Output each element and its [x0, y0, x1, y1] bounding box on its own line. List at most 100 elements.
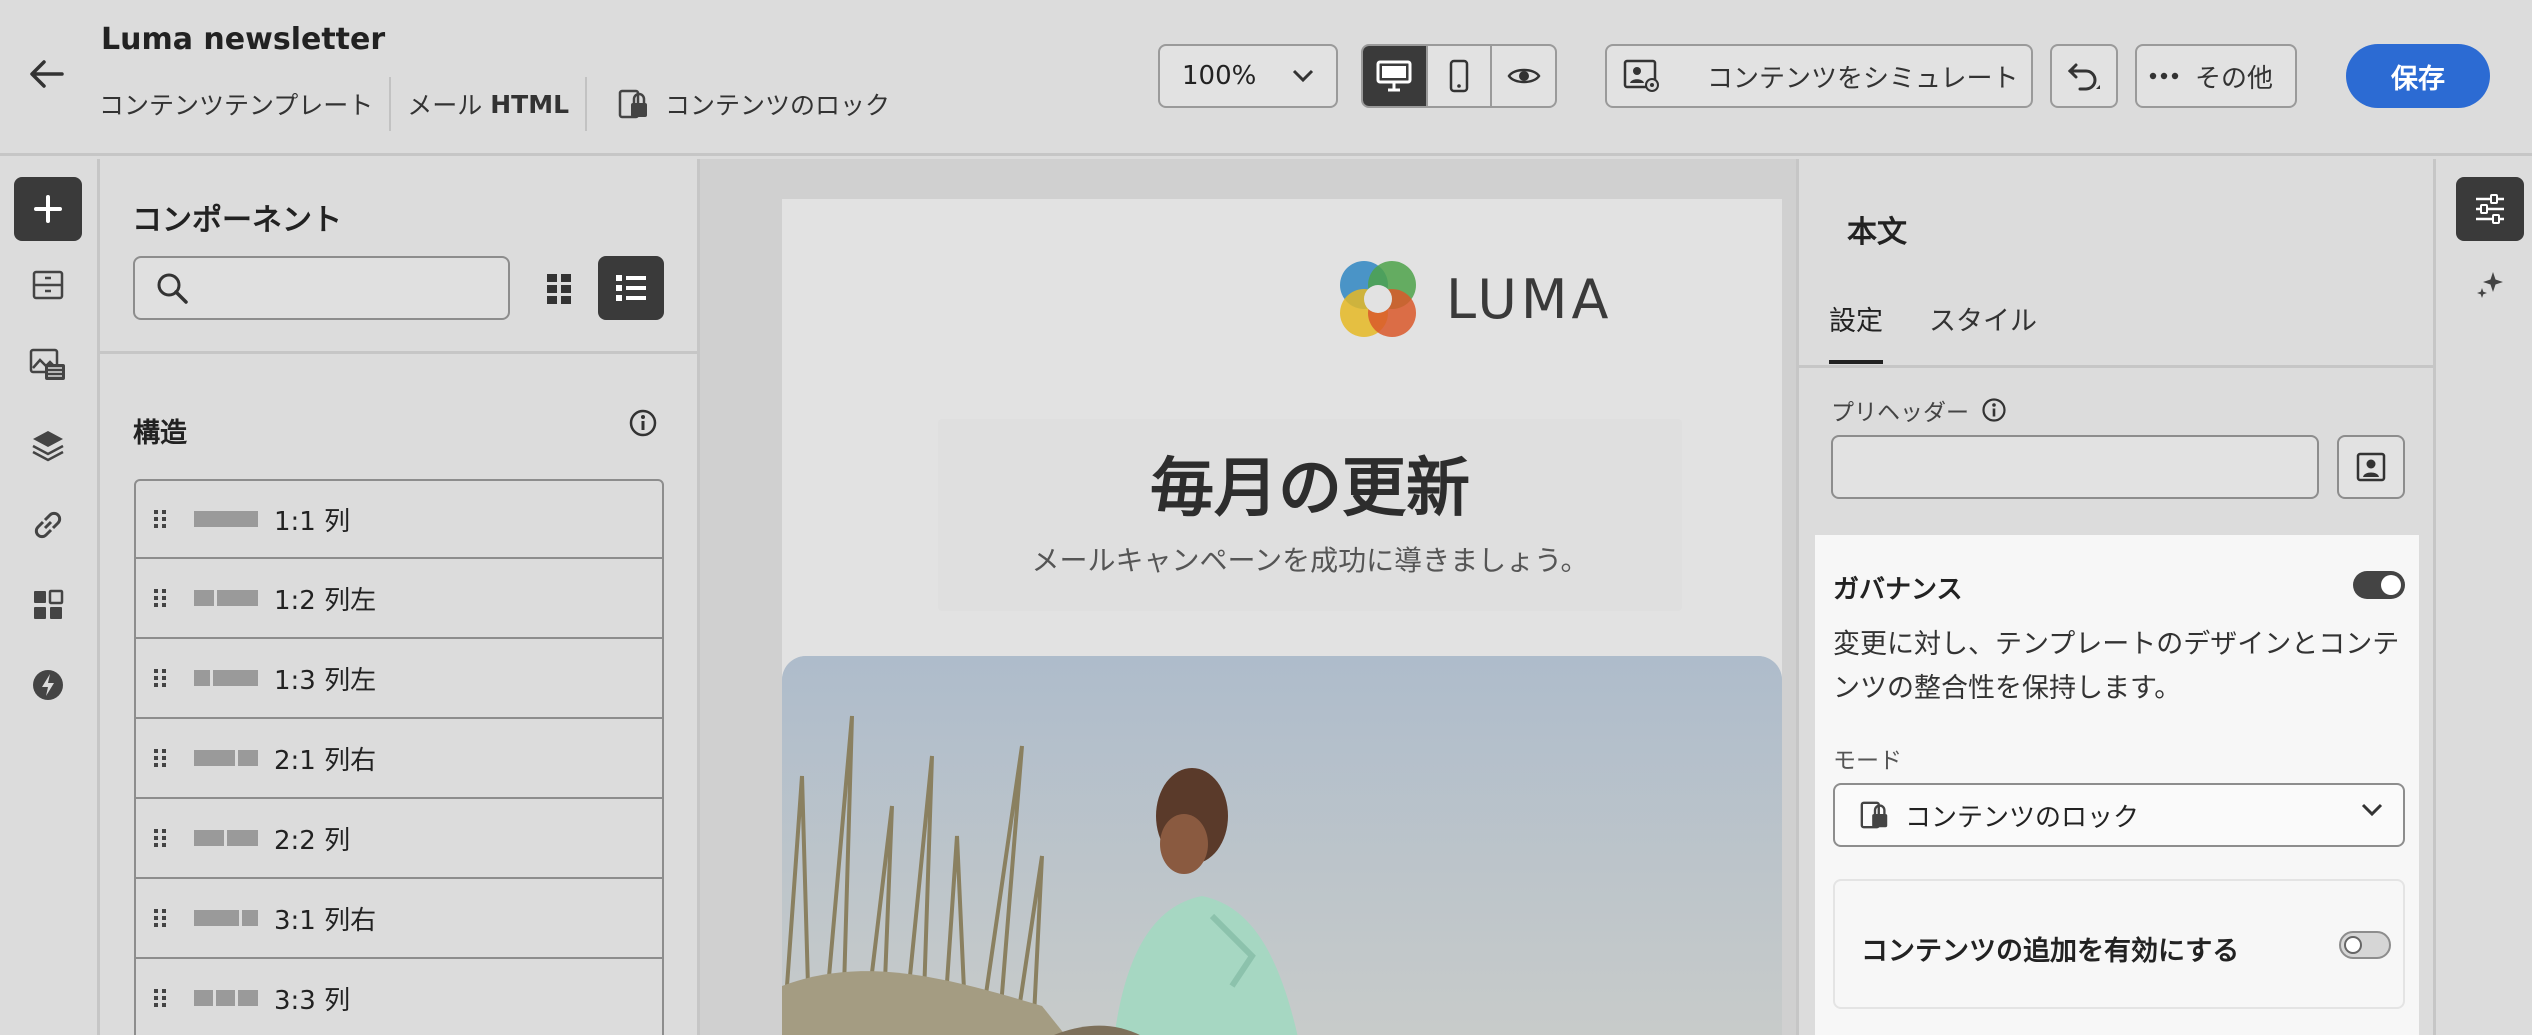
search-input[interactable] [201, 274, 501, 302]
layers-icon [32, 431, 64, 462]
email-body[interactable]: LUMA 毎月の更新 メールキャンペーンを成功に導きましょう。 [782, 199, 1782, 1035]
divider [100, 351, 697, 354]
tab-settings[interactable]: 設定 [1829, 299, 1883, 364]
components-panel: コンポーネント 構造 1:1 列 1:2 列左 1:3 列左 2:1 列右 2:… [100, 159, 700, 1035]
grid-view-button[interactable] [527, 256, 593, 320]
add-components-button[interactable] [14, 177, 82, 241]
lightning-icon [33, 670, 63, 700]
mode-label: モード [1833, 748, 1902, 774]
drag-handle-icon[interactable] [154, 589, 168, 607]
list-icon [616, 275, 646, 301]
layout-icon [32, 270, 64, 300]
back-button[interactable] [24, 52, 68, 96]
governance-toggle[interactable] [2353, 571, 2405, 599]
breadcrumb-format: HTML [490, 89, 570, 119]
hero-photo [782, 656, 1782, 1035]
sparkle-icon [2477, 272, 2503, 298]
simulate-content-button[interactable]: コンテンツをシミュレート [1605, 44, 2033, 108]
arrow-left-icon [30, 60, 64, 88]
info-icon[interactable] [628, 408, 658, 438]
top-header: Luma newsletter コンテンツテンプレート メール HTML コンテ… [0, 0, 2532, 156]
grid-icon [547, 274, 571, 304]
preheader-input[interactable] [1831, 435, 2319, 499]
divider [585, 77, 588, 131]
preview-button[interactable] [1492, 46, 1555, 106]
structure-label: 3:3 列 [274, 985, 351, 1016]
mobile-view-button[interactable] [1428, 46, 1493, 106]
mobile-icon [1449, 59, 1469, 93]
eye-icon [1507, 68, 1541, 84]
drag-handle-icon[interactable] [154, 749, 168, 767]
properties-panel: 本文 設定 スタイル プリヘッダー ガバナンス 変更に対し、テンプレートのデザイ… [1796, 159, 2436, 1035]
column-layout-icon [194, 830, 258, 846]
left-tool-rail [0, 159, 100, 1035]
column-layout-icon [194, 750, 258, 766]
component-search [133, 256, 510, 320]
undo-icon [2067, 63, 2100, 91]
image-icon [29, 348, 65, 380]
tab-style[interactable]: スタイル [1929, 299, 2037, 364]
structure-item-2-1-right[interactable]: 2:1 列右 [134, 719, 664, 799]
structure-label: 3:1 列右 [274, 905, 377, 936]
structure-label: 1:3 列左 [274, 665, 377, 696]
structure-label: 2:1 列右 [274, 745, 377, 776]
chevron-down-icon [2361, 803, 2383, 817]
governance-description: 変更に対し、テンプレートのデザインとコンテンツの整合性を保持します。 [1833, 629, 2400, 704]
simulate-icon [1623, 59, 1659, 92]
structure-item-3-1-right[interactable]: 3:1 列右 [134, 879, 664, 959]
save-button[interactable]: 保存 [2346, 44, 2490, 108]
zoom-select[interactable]: 100% [1158, 44, 1338, 108]
headline-block[interactable]: 毎月の更新 メールキャンペーンを成功に導きましょう。 [938, 419, 1682, 611]
breadcrumb-channel: メール [407, 91, 483, 120]
desktop-view-button[interactable] [1363, 46, 1428, 106]
luma-logo[interactable]: LUMA [1334, 255, 1612, 343]
structure-item-1-1[interactable]: 1:1 列 [134, 479, 664, 559]
drag-handle-icon[interactable] [154, 909, 168, 927]
more-button[interactable]: その他 [2135, 44, 2297, 108]
page-title: Luma newsletter [101, 22, 386, 57]
breadcrumb-template-type: コンテンツテンプレート [99, 91, 374, 120]
preheader-label-row: プリヘッダー [1831, 393, 2007, 427]
email-subheadline: メールキャンペーンを成功に導きましょう。 [1031, 544, 1589, 577]
info-icon[interactable] [1981, 397, 2007, 423]
structure-label: 2:2 列 [274, 825, 351, 856]
structure-item-1-2-left[interactable]: 1:2 列左 [134, 559, 664, 639]
personalization-icon [2356, 452, 2386, 482]
properties-rail-button[interactable] [2456, 177, 2524, 241]
structure-button[interactable] [14, 253, 82, 317]
content-lock-icon [1860, 801, 1888, 829]
chevron-down-icon [1292, 69, 1314, 83]
structure-list: 1:1 列 1:2 列左 1:3 列左 2:1 列右 2:2 列 3:1 列右 [134, 479, 664, 1035]
breadcrumb: コンテンツテンプレート メール HTML コンテンツのロック [99, 77, 891, 131]
structure-item-2-2[interactable]: 2:2 列 [134, 799, 664, 879]
drag-handle-icon[interactable] [154, 510, 168, 528]
hero-image[interactable] [782, 656, 1782, 1035]
list-view-button[interactable] [598, 256, 664, 320]
column-layout-icon [194, 511, 258, 527]
column-layout-icon [194, 910, 258, 926]
structure-item-3-3[interactable]: 3:3 列 [134, 959, 664, 1035]
mode-select[interactable]: コンテンツのロック [1833, 783, 2405, 847]
email-canvas: LUMA 毎月の更新 メールキャンペーンを成功に導きましょう。 [700, 159, 1796, 1035]
link-icon [34, 511, 62, 539]
enable-content-add-toggle[interactable] [2339, 931, 2391, 959]
fragments-button[interactable] [14, 573, 82, 637]
content-lock-label: コンテンツのロック [665, 91, 891, 120]
assets-button[interactable] [14, 333, 82, 397]
properties-title: 本文 [1847, 215, 1907, 250]
enable-content-add-box: コンテンツの追加を有効にする [1833, 879, 2405, 1009]
personalize-button[interactable] [2337, 435, 2405, 499]
layers-button[interactable] [14, 413, 82, 477]
drag-handle-icon[interactable] [154, 989, 168, 1007]
dynamic-content-button[interactable] [14, 653, 82, 717]
structure-item-1-3-left[interactable]: 1:3 列左 [134, 639, 664, 719]
divider [389, 77, 392, 131]
ai-assistant-button[interactable] [2456, 253, 2524, 317]
links-button[interactable] [14, 493, 82, 557]
logo-text: LUMA [1446, 267, 1613, 331]
drag-handle-icon[interactable] [154, 669, 168, 687]
drag-handle-icon[interactable] [154, 829, 168, 847]
divider [1799, 365, 2433, 368]
undo-button[interactable] [2050, 44, 2118, 108]
mode-value: コンテンツのロック [1905, 802, 2140, 833]
